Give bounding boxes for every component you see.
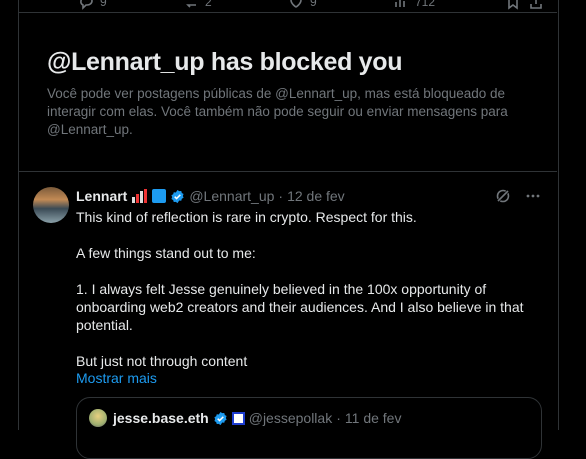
views-icon (395, 0, 405, 7)
author-name[interactable]: Lennart (76, 188, 127, 204)
like-action[interactable]: 9 (288, 0, 317, 10)
repost-action[interactable]: 2 (183, 0, 212, 10)
post-date[interactable]: 12 de fev (287, 188, 345, 204)
avatar[interactable] (33, 187, 69, 223)
heart-icon (290, 0, 302, 8)
quoted-avatar[interactable] (89, 409, 107, 427)
repost-icon (186, 4, 196, 8)
bookmark-action[interactable] (505, 0, 521, 10)
views-action[interactable]: 712 (393, 0, 435, 10)
views-count: 712 (415, 0, 436, 9)
blue-square-emoji-icon (152, 189, 167, 203)
blocked-notice: @Lennart_up has blocked you Você pode ve… (18, 12, 557, 172)
quoted-post-date[interactable]: 11 de fev (345, 410, 402, 426)
quoted-author-name[interactable]: jesse.base.eth (113, 410, 209, 426)
reply-count: 9 (100, 0, 107, 9)
reply-post[interactable]: Lennart @Lennart_up · 12 de fev This kin… (18, 172, 557, 459)
quoted-separator-dot: · (336, 410, 341, 426)
share-icon (530, 0, 542, 9)
verified-badge-icon (171, 189, 184, 203)
post-header: Lennart @Lennart_up · 12 de fev (76, 188, 345, 204)
blocked-description: Você pode ver postagens públicas de @Len… (47, 86, 508, 137)
blocked-title: @Lennart_up has blocked you (47, 48, 403, 76)
post-tools (495, 188, 541, 204)
reply-action[interactable]: 9 (78, 0, 107, 10)
bookmark-icon (508, 0, 518, 10)
affiliate-badge-icon (231, 411, 245, 425)
quoted-author-handle[interactable]: @jessepollak (249, 410, 332, 426)
share-action[interactable] (528, 0, 544, 10)
separator-dot: · (278, 188, 284, 204)
quoted-post[interactable]: jesse.base.eth @jessepollak · 11 de fev (76, 397, 542, 459)
author-handle[interactable]: @Lennart_up (189, 188, 274, 204)
post-text: This kind of reflection is rare in crypt… (76, 209, 524, 369)
verified-badge-icon (214, 411, 227, 425)
more-icon[interactable] (525, 188, 541, 204)
show-more-link[interactable]: Mostrar mais (76, 370, 157, 386)
like-count: 9 (310, 0, 317, 9)
chart-emoji-icon (131, 189, 148, 203)
quoted-header: jesse.base.eth @jessepollak · 11 de fev (113, 410, 401, 426)
reply-icon (80, 0, 93, 10)
grok-icon[interactable] (495, 188, 511, 204)
repost-count: 2 (205, 0, 212, 9)
